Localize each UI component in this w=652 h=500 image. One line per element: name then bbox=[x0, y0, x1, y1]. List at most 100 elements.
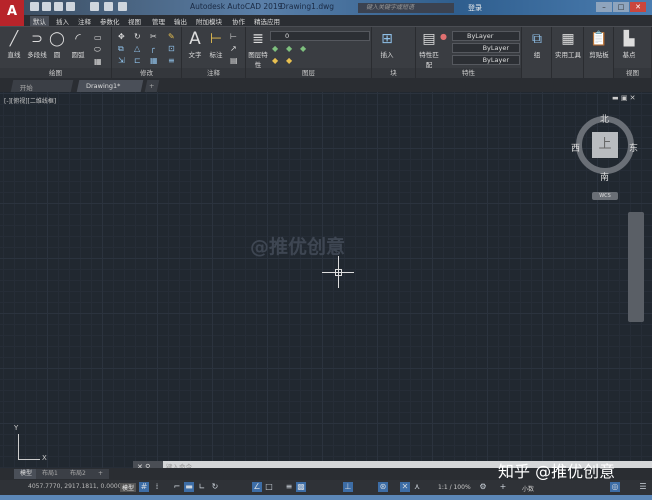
trim-icon[interactable]: ✂ bbox=[150, 32, 159, 41]
base-point-tool[interactable]: ▙ 基点 bbox=[618, 30, 640, 59]
navigation-bar[interactable] bbox=[628, 212, 644, 322]
login-button[interactable]: 登录 bbox=[468, 3, 482, 13]
tab-insert[interactable]: 插入 bbox=[56, 16, 69, 26]
circle-tool[interactable]: ◯ 圆 bbox=[48, 30, 66, 59]
tab-view[interactable]: 视图 bbox=[128, 16, 141, 26]
annotation-visibility-icon[interactable]: ✕ bbox=[400, 482, 410, 492]
compass-north[interactable]: 北 bbox=[600, 112, 609, 125]
new-tab-button[interactable]: + bbox=[144, 80, 160, 92]
scale-icon[interactable]: ⊏ bbox=[134, 56, 143, 65]
mirror-icon[interactable]: △ bbox=[134, 44, 143, 53]
application-menu-button[interactable]: A bbox=[0, 0, 24, 26]
viewcube-face[interactable]: 上 bbox=[592, 132, 618, 158]
maximize-button[interactable]: □ bbox=[613, 2, 629, 12]
isolate-icon[interactable]: ◎ bbox=[610, 482, 620, 492]
tab-output[interactable]: 输出 bbox=[174, 16, 187, 26]
search-input[interactable]: 键入关键字或短语 bbox=[358, 3, 454, 13]
model-space-button[interactable]: 模型 bbox=[120, 483, 137, 492]
close-button[interactable]: ✕ bbox=[630, 2, 646, 12]
linetype-dropdown[interactable]: ByLayer bbox=[452, 43, 520, 53]
arc-tool[interactable]: ◜ 圆弧 bbox=[68, 30, 88, 59]
lineweight-icon[interactable]: ≡ bbox=[284, 482, 294, 492]
tab-start[interactable]: 开始 bbox=[10, 80, 74, 92]
print-icon[interactable] bbox=[90, 2, 99, 11]
workspace-gear-icon[interactable]: ⚙ bbox=[478, 482, 488, 492]
undo-icon[interactable] bbox=[104, 2, 113, 11]
offset-icon[interactable]: ≡ bbox=[168, 56, 177, 65]
layers-panel-label[interactable]: 图层 bbox=[246, 68, 371, 78]
object-snap-icon[interactable]: □ bbox=[264, 482, 274, 492]
tab-model[interactable]: 模型 bbox=[14, 469, 39, 479]
draw-panel-label[interactable]: 绘图 bbox=[0, 68, 111, 78]
lineweight-dropdown[interactable]: ByLayer bbox=[452, 55, 520, 65]
table-icon[interactable]: ▤ bbox=[230, 56, 239, 65]
modify-panel-label[interactable]: 修改 bbox=[112, 68, 181, 78]
auto-scale-icon[interactable]: ⋏ bbox=[412, 482, 422, 492]
polar-icon[interactable]: ↻ bbox=[210, 482, 220, 492]
line-tool[interactable]: ╱ 直线 bbox=[4, 30, 24, 59]
array-icon[interactable]: ▦ bbox=[150, 56, 159, 65]
block-panel-label[interactable]: 块 bbox=[372, 68, 415, 78]
transparency-icon[interactable]: ▩ bbox=[296, 482, 306, 492]
tab-addins[interactable]: 附加模块 bbox=[196, 16, 222, 26]
annotation-panel-label[interactable]: 注释 bbox=[182, 68, 245, 78]
polyline-tool[interactable]: ⊃ 多段线 bbox=[26, 30, 48, 59]
tab-parametric[interactable]: 参数化 bbox=[100, 16, 120, 26]
color-dropdown[interactable]: ByLayer bbox=[452, 31, 520, 41]
tab-layout2[interactable]: 布局2 bbox=[64, 469, 92, 479]
rotate-icon[interactable]: ↻ bbox=[134, 32, 143, 41]
grid-icon[interactable]: # bbox=[139, 482, 149, 492]
tab-featured-apps[interactable]: 精选应用 bbox=[254, 16, 280, 26]
layer-tool-icon[interactable]: ◆ bbox=[286, 56, 295, 65]
wcs-menu[interactable]: WCS bbox=[592, 192, 618, 200]
tab-default[interactable]: 默认 bbox=[30, 16, 49, 26]
snap-icon[interactable]: ⁞ bbox=[152, 482, 162, 492]
customize-menu-icon[interactable]: ☰ bbox=[638, 482, 648, 492]
tab-layout1[interactable]: 布局1 bbox=[36, 469, 64, 479]
units-dropdown[interactable]: 小数 bbox=[522, 484, 534, 493]
leader-icon[interactable]: ↗ bbox=[230, 44, 239, 53]
annotation-monitor-icon[interactable]: + bbox=[498, 482, 508, 492]
dynamic-input-icon[interactable]: ▬ bbox=[184, 482, 194, 492]
layer-dropdown[interactable]: 0 bbox=[270, 31, 370, 41]
stretch-icon[interactable]: ⇲ bbox=[118, 56, 127, 65]
rectangle-icon[interactable]: ▭ bbox=[94, 33, 103, 42]
viewport-controls[interactable]: [-][俯视][二维线框] bbox=[4, 96, 56, 105]
copy-icon[interactable]: ⧉ bbox=[118, 44, 127, 53]
viewport-window-controls[interactable]: ▬ ▣ ✕ bbox=[612, 94, 636, 102]
hatch-icon[interactable]: ▦ bbox=[94, 57, 103, 66]
move-icon[interactable]: ✥ bbox=[118, 32, 127, 41]
clipboard-tool[interactable]: 📋 剪贴板 bbox=[584, 30, 614, 59]
add-layout-button[interactable]: + bbox=[92, 469, 110, 479]
properties-panel-label[interactable]: 特性 bbox=[416, 68, 521, 78]
ortho-icon[interactable]: ∟ bbox=[197, 482, 207, 492]
color-wheel-icon[interactable]: ● bbox=[440, 32, 449, 41]
tab-manage[interactable]: 管理 bbox=[152, 16, 165, 26]
compass-south[interactable]: 南 bbox=[600, 170, 609, 183]
open-icon[interactable] bbox=[42, 2, 51, 11]
save-as-icon[interactable] bbox=[66, 2, 75, 11]
view-panel-label[interactable]: 视图 bbox=[614, 68, 651, 78]
ellipse-icon[interactable]: ⬭ bbox=[94, 45, 103, 54]
text-tool[interactable]: A 文字 bbox=[185, 30, 205, 59]
layer-properties-tool[interactable]: ≣ 图层特性 bbox=[248, 30, 268, 69]
save-icon[interactable] bbox=[54, 2, 63, 11]
infer-icon[interactable]: ⌐ bbox=[172, 482, 182, 492]
erase-icon[interactable]: ✎ bbox=[168, 32, 177, 41]
fillet-icon[interactable]: ╭ bbox=[150, 44, 159, 53]
tab-annotate[interactable]: 注释 bbox=[78, 16, 91, 26]
dimension-tool[interactable]: ⊢ 标注 bbox=[206, 30, 226, 59]
group-tool[interactable]: ⧉ 组 bbox=[526, 30, 548, 59]
osnap-tracking-icon[interactable]: ∠ bbox=[252, 482, 262, 492]
gizmo-icon[interactable]: ⊛ bbox=[378, 482, 388, 492]
ucs-icon[interactable]: ⊥ bbox=[343, 482, 353, 492]
linear-dim-icon[interactable]: ⊢ bbox=[230, 32, 239, 41]
explode-icon[interactable]: ⊡ bbox=[168, 44, 177, 53]
tab-drawing1[interactable]: Drawing1* bbox=[76, 80, 144, 92]
insert-tool[interactable]: ⊞ 插入 bbox=[376, 30, 398, 59]
layer-tool-icon[interactable]: ◆ bbox=[300, 44, 309, 53]
drawing-canvas[interactable]: [-][俯视][二维线框] ▬ ▣ ✕ @推优创意 上 北 南 东 西 WCS … bbox=[0, 92, 652, 468]
minimize-button[interactable]: – bbox=[596, 2, 612, 12]
annotation-scale[interactable]: 1:1 / 100% bbox=[438, 484, 471, 491]
tab-collaborate[interactable]: 协作 bbox=[232, 16, 245, 26]
